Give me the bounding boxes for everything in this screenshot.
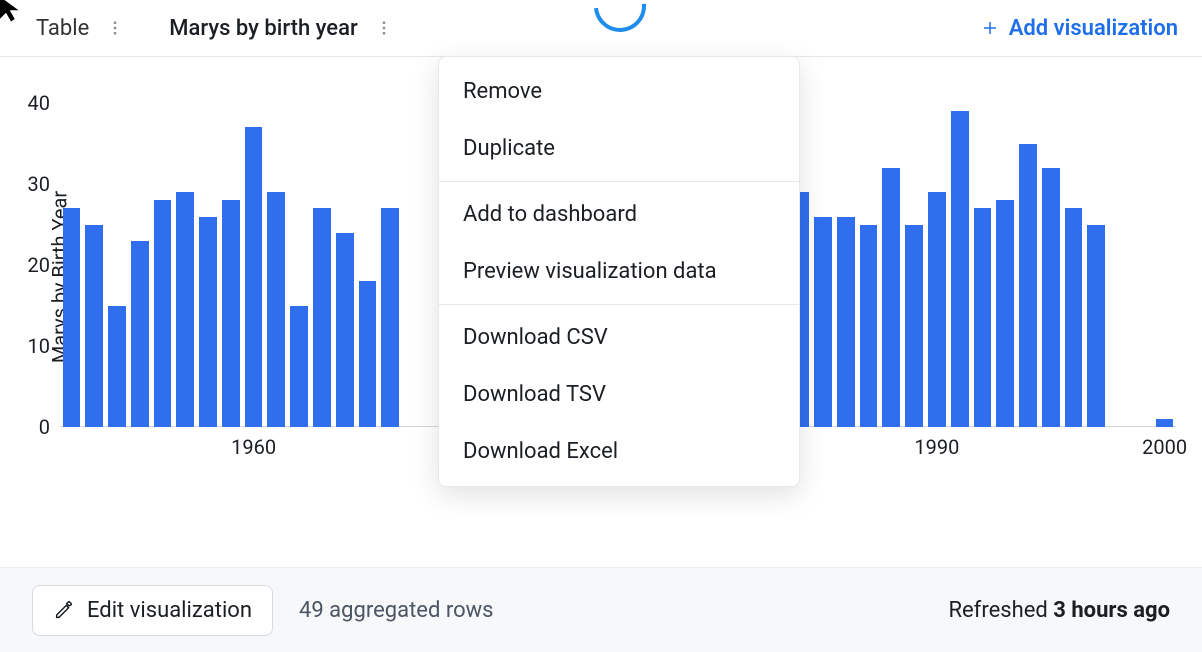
- edit-visualization-label: Edit visualization: [87, 598, 252, 623]
- bar[interactable]: [882, 168, 900, 427]
- bar[interactable]: [1042, 168, 1060, 427]
- bar[interactable]: [154, 200, 172, 427]
- bar[interactable]: [199, 217, 217, 427]
- y-tick: 10: [28, 334, 50, 358]
- footer-bar: Edit visualization 49 aggregated rows Re…: [0, 567, 1202, 652]
- bar[interactable]: [85, 225, 103, 427]
- tab-visualization[interactable]: Marys by birth year: [157, 0, 369, 56]
- menu-download-tsv[interactable]: Download TSV: [439, 366, 799, 423]
- bar[interactable]: [245, 127, 263, 427]
- bar[interactable]: [108, 306, 126, 427]
- tab-table-wrap: Table: [24, 0, 129, 56]
- kebab-icon: [375, 19, 393, 37]
- bar[interactable]: [267, 192, 285, 427]
- bar[interactable]: [974, 208, 992, 427]
- refreshed-label: Refreshed 3 hours ago: [948, 598, 1170, 623]
- bar[interactable]: [996, 200, 1014, 427]
- bar[interactable]: [1065, 208, 1083, 427]
- add-visualization-button[interactable]: Add visualization: [981, 16, 1178, 41]
- menu-add-to-dashboard[interactable]: Add to dashboard: [439, 186, 799, 243]
- bar[interactable]: [951, 111, 969, 427]
- menu-separator: [439, 181, 799, 182]
- tab-table-menu-button[interactable]: [101, 14, 129, 42]
- bar[interactable]: [905, 225, 923, 427]
- tab-viz-menu-button[interactable]: [370, 14, 398, 42]
- menu-download-csv[interactable]: Download CSV: [439, 309, 799, 366]
- cursor-icon: [0, 0, 26, 24]
- menu-preview-data[interactable]: Preview visualization data: [439, 243, 799, 300]
- bar[interactable]: [814, 217, 832, 427]
- tab-table-label: Table: [36, 16, 89, 41]
- bar[interactable]: [63, 208, 81, 427]
- bar[interactable]: [131, 241, 149, 427]
- bar[interactable]: [336, 233, 354, 427]
- menu-duplicate[interactable]: Duplicate: [439, 120, 799, 177]
- x-tick: 1960: [231, 435, 276, 459]
- bar[interactable]: [928, 192, 946, 427]
- bar[interactable]: [222, 200, 240, 427]
- kebab-icon: [106, 19, 124, 37]
- bar[interactable]: [1087, 225, 1105, 427]
- bar[interactable]: [1019, 144, 1037, 427]
- plus-icon: [981, 19, 999, 37]
- menu-separator: [439, 304, 799, 305]
- edit-icon: [53, 599, 75, 621]
- tab-viz-wrap: Marys by birth year: [157, 0, 397, 56]
- bar[interactable]: [359, 281, 377, 427]
- edit-visualization-button[interactable]: Edit visualization: [32, 585, 273, 636]
- x-tick: 2000: [1142, 435, 1187, 459]
- bar[interactable]: [381, 208, 399, 427]
- y-tick: 0: [39, 415, 50, 439]
- bar[interactable]: [176, 192, 194, 427]
- menu-download-excel[interactable]: Download Excel: [439, 423, 799, 480]
- bar[interactable]: [313, 208, 331, 427]
- add-visualization-label: Add visualization: [1009, 16, 1178, 41]
- y-tick: 40: [28, 91, 50, 115]
- bar[interactable]: [837, 217, 855, 427]
- refreshed-prefix: Refreshed: [948, 598, 1053, 623]
- bar[interactable]: [860, 225, 878, 427]
- menu-remove[interactable]: Remove: [439, 63, 799, 120]
- tab-table[interactable]: Table: [24, 0, 101, 56]
- tab-visualization-label: Marys by birth year: [169, 16, 357, 41]
- y-tick: 20: [28, 253, 50, 277]
- x-tick: 1990: [914, 435, 959, 459]
- refreshed-value: 3 hours ago: [1053, 598, 1170, 623]
- y-tick: 30: [28, 172, 50, 196]
- bar[interactable]: [290, 306, 308, 427]
- bar[interactable]: [1156, 419, 1174, 427]
- aggregated-rows-label: 49 aggregated rows: [299, 598, 494, 623]
- tab-context-menu: Remove Duplicate Add to dashboard Previe…: [438, 56, 800, 487]
